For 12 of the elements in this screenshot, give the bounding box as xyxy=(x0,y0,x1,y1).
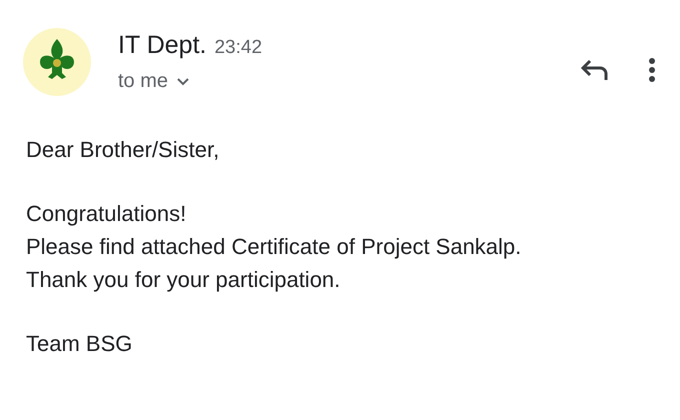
chevron-down-icon[interactable] xyxy=(176,76,190,86)
avatar-logo xyxy=(22,27,92,97)
message-text: Please find attached Certificate of Project Sankalp. xyxy=(26,233,522,261)
more-options-icon[interactable] xyxy=(648,57,656,83)
sender-name: IT Dept. xyxy=(118,31,206,60)
message-text: Team BSG xyxy=(26,330,134,358)
message-time: 23:42 xyxy=(214,37,262,59)
message-text: Dear Brother/Sister, xyxy=(26,136,220,164)
recipient-label: to me xyxy=(118,70,168,93)
message-text: Congratulations! xyxy=(26,200,188,228)
reply-icon[interactable] xyxy=(580,58,610,82)
message-text: Thank you for your participation. xyxy=(26,266,342,294)
